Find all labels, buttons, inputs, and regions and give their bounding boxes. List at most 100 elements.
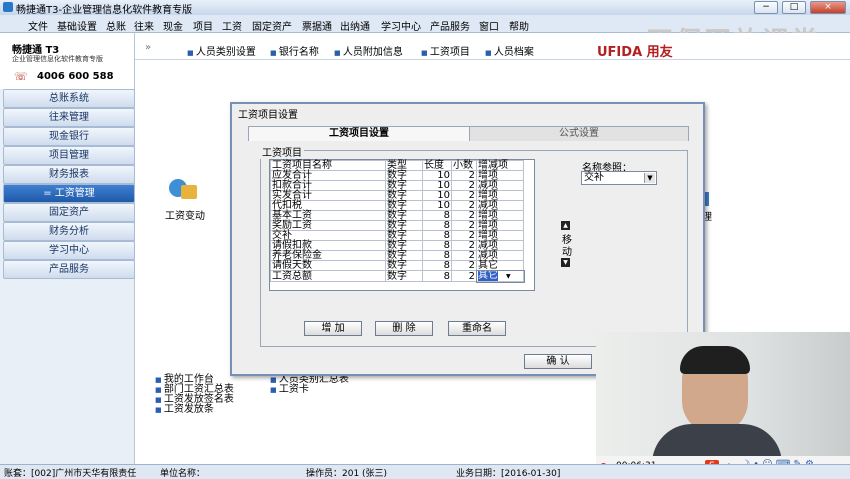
nav-fixed-assets[interactable]: 固定资产 — [3, 203, 135, 222]
table-row[interactable]: 代扣税 数字 10 2 减项 — [270, 200, 524, 211]
move-down-button[interactable]: ▼ — [561, 258, 570, 267]
cell-type[interactable]: 数字 — [385, 260, 423, 271]
cell-length[interactable]: 8 — [422, 250, 452, 261]
cell-length[interactable]: 8 — [422, 210, 452, 221]
cell-item-name[interactable]: 养老保险金 — [270, 250, 386, 261]
table-row[interactable]: 基本工资 数字 8 2 增项 — [270, 210, 524, 221]
tab-personnel-file[interactable]: 人员档案 — [485, 43, 534, 58]
menu-ledger[interactable]: 总账 — [106, 18, 126, 33]
nav-cash-bank[interactable]: 现金银行 — [3, 127, 135, 146]
cell-length[interactable]: 8 — [422, 230, 452, 241]
tab-personnel-extra[interactable]: 人员附加信息 — [334, 43, 403, 58]
cell-decimal[interactable]: 2 — [451, 260, 477, 271]
cell-inc-dec[interactable]: 增项 — [476, 190, 524, 201]
link-pay-slip[interactable]: ■ 工资发放条 — [155, 405, 234, 415]
close-button[interactable]: × — [810, 1, 846, 14]
cell-type[interactable]: 数字 — [385, 230, 423, 241]
chevron-down-icon[interactable]: ▼ — [506, 273, 511, 280]
link-pay-card[interactable]: ■ 工资卡 — [270, 385, 349, 395]
cell-inc-dec[interactable]: 增项 — [476, 210, 524, 221]
minimize-button[interactable]: − — [754, 1, 778, 14]
cell-inc-dec[interactable]: 减项 — [476, 180, 524, 191]
tabs-arrow-icon[interactable]: » — [145, 42, 151, 53]
menu-cashier[interactable]: 出纳通 — [340, 18, 370, 33]
nav-reports[interactable]: 财务报表 — [3, 165, 135, 184]
menu-window[interactable]: 窗口 — [479, 18, 499, 33]
cell-inc-dec[interactable]: 减项 — [476, 200, 524, 211]
nav-payroll[interactable]: = 工资管理 — [3, 184, 135, 203]
cell-inc-dec[interactable]: 其它 — [476, 260, 524, 271]
menu-payroll[interactable]: 工资 — [222, 18, 242, 33]
cell-item-name[interactable]: 工资总额 — [270, 270, 386, 282]
nav-analysis[interactable]: 财务分析 — [3, 222, 135, 241]
cell-decimal[interactable]: 2 — [451, 170, 477, 181]
name-ref-select[interactable]: 交补 ▼ — [581, 171, 657, 185]
cell-inc-dec[interactable]: 减项 — [476, 250, 524, 261]
nav-project[interactable]: 项目管理 — [3, 146, 135, 165]
menu-learning[interactable]: 学习中心 — [381, 18, 421, 33]
maximize-button[interactable]: □ — [782, 1, 806, 14]
tab-personnel-category[interactable]: 人员类别设置 — [187, 43, 256, 58]
table-row[interactable]: 工资总额 数字 8 2 其它 ▼ — [270, 269, 525, 283]
table-row[interactable]: 应发合计 数字 10 2 增项 — [270, 170, 524, 181]
menu-basic-settings[interactable]: 基础设置 — [57, 18, 97, 33]
chevron-down-icon[interactable]: ▼ — [644, 173, 655, 183]
nav-products[interactable]: 产品服务 — [3, 260, 135, 279]
tab-bank-name[interactable]: 银行名称 — [270, 43, 319, 58]
cell-type[interactable]: 数字 — [385, 210, 423, 221]
cell-decimal[interactable]: 2 — [451, 220, 477, 231]
cell-inc-dec[interactable]: 其它 ▼ — [475, 269, 525, 283]
cell-type[interactable]: 数字 — [385, 250, 423, 261]
cell-decimal[interactable]: 2 — [451, 180, 477, 191]
delete-button[interactable]: 删 除 — [375, 321, 433, 336]
table-row[interactable]: 扣款合计 数字 10 2 减项 — [270, 180, 524, 191]
cell-decimal[interactable]: 2 — [451, 190, 477, 201]
menu-help[interactable]: 帮助 — [509, 18, 529, 33]
cell-length[interactable]: 8 — [422, 260, 452, 271]
menu-fixed-assets[interactable]: 固定资产 — [252, 18, 292, 33]
cell-decimal[interactable]: 2 — [451, 270, 477, 282]
cell-item-name[interactable]: 奖励工资 — [270, 220, 386, 231]
payroll-change-label[interactable]: 工资变动 — [165, 207, 205, 222]
table-row[interactable]: 奖励工资 数字 8 2 增项 — [270, 220, 524, 231]
cell-item-name[interactable]: 代扣税 — [270, 200, 386, 211]
cell-length[interactable]: 8 — [422, 220, 452, 231]
tab-item-settings[interactable]: 工资项目设置 — [248, 126, 470, 141]
cell-type[interactable]: 数字 — [385, 200, 423, 211]
cell-inc-dec[interactable]: 增项 — [476, 170, 524, 181]
menu-receivables[interactable]: 往来 — [134, 18, 154, 33]
move-up-button[interactable]: ▲ — [561, 221, 570, 230]
table-row[interactable]: 请假天数 数字 8 2 其它 — [270, 260, 524, 271]
menu-project[interactable]: 项目 — [193, 18, 213, 33]
nav-receivables[interactable]: 往来管理 — [3, 108, 135, 127]
cell-length[interactable]: 10 — [422, 190, 452, 201]
cell-inc-dec[interactable]: 增项 — [476, 220, 524, 231]
cell-decimal[interactable]: 2 — [451, 240, 477, 251]
payroll-item-grid[interactable]: 工资项目名称 类型 长度 小数 增减项 应发合计 数字 10 2 增项 扣款合计 数字 10 2… — [269, 159, 535, 291]
nav-learning[interactable]: 学习中心 — [3, 241, 135, 260]
cell-decimal[interactable]: 2 — [451, 210, 477, 221]
cell-type[interactable]: 数字 — [385, 240, 423, 251]
cell-item-name[interactable]: 请假天数 — [270, 260, 386, 271]
cell-item-name[interactable]: 基本工资 — [270, 210, 386, 221]
cell-type[interactable]: 数字 — [385, 220, 423, 231]
cell-item-name[interactable]: 请假扣款 — [270, 240, 386, 251]
cell-decimal[interactable]: 2 — [451, 250, 477, 261]
cell-type[interactable]: 数字 — [385, 170, 423, 181]
cell-type[interactable]: 数字 — [385, 190, 423, 201]
cell-decimal[interactable]: 2 — [451, 230, 477, 241]
menu-cash[interactable]: 现金 — [163, 18, 183, 33]
menu-bills[interactable]: 票据通 — [302, 18, 332, 33]
cell-length[interactable]: 8 — [422, 240, 452, 251]
table-row[interactable]: 实发合计 数字 10 2 增项 — [270, 190, 524, 201]
cell-length[interactable]: 8 — [422, 270, 452, 282]
table-row[interactable]: 请假扣款 数字 8 2 减项 — [270, 240, 524, 251]
cell-length[interactable]: 10 — [422, 200, 452, 211]
table-row[interactable]: 养老保险金 数字 8 2 减项 — [270, 250, 524, 261]
ok-button[interactable]: 确 认 — [524, 354, 592, 369]
table-row[interactable]: 交补 数字 8 2 增项 — [270, 230, 524, 241]
cell-length[interactable]: 10 — [422, 170, 452, 181]
cell-decimal[interactable]: 2 — [451, 200, 477, 211]
cell-item-name[interactable]: 实发合计 — [270, 190, 386, 201]
menu-file[interactable]: 文件 — [28, 18, 48, 33]
